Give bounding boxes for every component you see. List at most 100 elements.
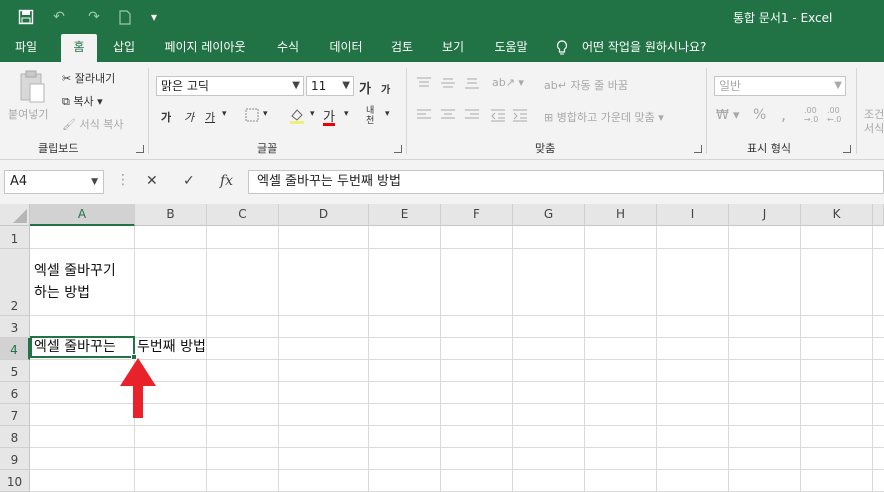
gridline [206,226,207,492]
chevron-down-icon[interactable]: ▾ [263,109,268,119]
column-header-a[interactable]: A [30,204,135,226]
decrease-indent-icon[interactable] [490,108,506,125]
name-box-value: A4 [10,174,28,189]
row-header-6[interactable]: 6 [0,382,30,404]
font-name-value: 맑은 고딕 [161,79,209,93]
ribbon-tabs: 파일 홈 삽입 페이지 레이아웃 수식 데이터 검토 보기 도움말 어떤 작업을… [0,34,884,62]
fill-color-icon[interactable] [288,106,306,127]
new-document-icon[interactable] [116,7,134,27]
currency-button[interactable]: ₩ ▾ [716,108,740,123]
column-header-j[interactable]: J [729,204,801,226]
font-launcher-icon[interactable] [394,145,402,153]
align-left-icon[interactable] [416,108,432,125]
row-header-7[interactable]: 7 [0,404,30,426]
tab-insert[interactable]: 삽입 [104,34,144,62]
number-launcher-icon[interactable] [843,145,851,153]
row-header-10[interactable]: 10 [0,470,30,492]
bold-button[interactable]: 가 [161,109,171,125]
row-header-2[interactable]: 2 [0,249,30,316]
tab-review[interactable]: 검토 [382,34,422,62]
chevron-down-icon[interactable]: ▾ [222,109,227,119]
chevron-down-icon[interactable]: ▾ [344,109,349,119]
column-header-partial[interactable] [873,204,884,226]
increase-indent-icon[interactable] [512,108,528,125]
tell-me-search[interactable]: 어떤 작업을 원하시나요? [582,34,720,62]
italic-button[interactable]: 가 [184,109,194,125]
column-header-f[interactable]: F [441,204,513,226]
percent-button[interactable]: % [753,107,766,123]
row-header-8[interactable]: 8 [0,426,30,448]
underline-button[interactable]: 가 [205,109,215,125]
currency-label: ₩ [716,108,729,123]
wrap-text-button[interactable]: ab↵ 자동 줄 바꿈 [544,77,628,93]
column-header-c[interactable]: C [207,204,279,226]
decrease-font-button[interactable]: 가 [381,81,390,96]
border-icon[interactable] [245,108,259,125]
number-format-value: 일반 [719,79,742,93]
brush-icon: 🖌 [62,118,76,131]
align-right-icon[interactable] [464,108,480,125]
copy-button[interactable]: ⧉ 복사 ▾ [62,93,103,109]
column-header-h[interactable]: H [585,204,657,226]
undo-icon[interactable]: ↶ [47,7,71,27]
font-name-select[interactable]: 맑은 고딕 ▼ [156,76,304,96]
formula-input[interactable]: 엑셀 줄바꾸는 두번째 방법 [248,170,884,194]
phonetic-button[interactable]: 내천 [366,106,378,126]
tab-home[interactable]: 홈 [61,34,97,62]
row-header-1[interactable]: 1 [0,226,30,249]
insert-function-button[interactable]: fx [220,173,233,189]
column-header-e[interactable]: E [369,204,441,226]
chevron-down-icon[interactable]: ▾ [385,109,390,119]
save-icon[interactable] [15,7,37,27]
format-painter-button[interactable]: 🖌 서식 복사 [62,116,123,132]
comma-button[interactable]: , [781,105,786,124]
worksheet-grid[interactable]: A B C D E F G H I J K 1 2 3 4 5 6 7 8 9 … [0,204,884,492]
divider [706,68,707,154]
cut-button[interactable]: ✂ 잘라내기 [62,70,115,86]
select-all-button[interactable] [0,204,30,226]
align-bottom-icon[interactable] [464,76,480,93]
align-center-icon[interactable] [440,108,456,125]
font-size-select[interactable]: 11 ▼ [306,76,354,96]
increase-decimal-icon[interactable]: .00 →.0 [804,106,818,124]
tab-formulas[interactable]: 수식 [268,34,308,62]
row-header-9[interactable]: 9 [0,448,30,470]
orientation-icon[interactable]: ab↗ ▾ [492,76,524,89]
redo-icon[interactable]: ↷ [82,7,106,27]
align-middle-icon[interactable] [440,76,456,93]
merge-center-button[interactable]: ⊞ 병합하고 가운데 맞춤 ▾ [544,109,664,125]
decrease-decimal-icon[interactable]: .00 ←.0 [827,106,841,124]
column-header-k[interactable]: K [801,204,873,226]
gridline [872,226,873,492]
alignment-launcher-icon[interactable] [694,145,702,153]
increase-font-button[interactable]: 가 [359,78,371,97]
number-format-select[interactable]: 일반 ▼ [714,76,846,96]
clipboard-launcher-icon[interactable] [136,145,144,153]
number-group-label: 표시 형식 [747,142,791,155]
tab-view[interactable]: 보기 [433,34,473,62]
paste-button[interactable]: 붙여넣기 [8,106,48,122]
tab-help[interactable]: 도움말 [485,34,537,62]
enter-icon[interactable]: ✓ [183,173,195,189]
cancel-icon[interactable]: ✕ [146,173,158,189]
align-top-icon[interactable] [416,76,432,93]
gridline [512,226,513,492]
name-box[interactable]: A4 ▼ [4,170,104,194]
font-color-button[interactable]: 가 [323,106,335,125]
column-header-i[interactable]: I [657,204,729,226]
row-header-3[interactable]: 3 [0,316,30,338]
tab-file[interactable]: 파일 [5,34,47,62]
cut-label: 잘라내기 [74,72,116,85]
chevron-down-icon[interactable]: ▾ [310,109,315,119]
paste-icon[interactable] [18,70,46,107]
title-bar: ↶ ↷ ▾ 통합 문서1 - Excel [0,0,884,34]
tab-data[interactable]: 데이터 [322,34,370,62]
row-header-4[interactable]: 4 [0,338,30,360]
tab-page-layout[interactable]: 페이지 레이아웃 [157,34,253,62]
chevron-down-icon: ▼ [292,80,300,91]
customize-toolbar-icon[interactable]: ▾ [146,7,162,27]
column-header-b[interactable]: B [135,204,207,226]
row-header-5[interactable]: 5 [0,360,30,382]
column-header-g[interactable]: G [513,204,585,226]
column-header-d[interactable]: D [279,204,369,226]
